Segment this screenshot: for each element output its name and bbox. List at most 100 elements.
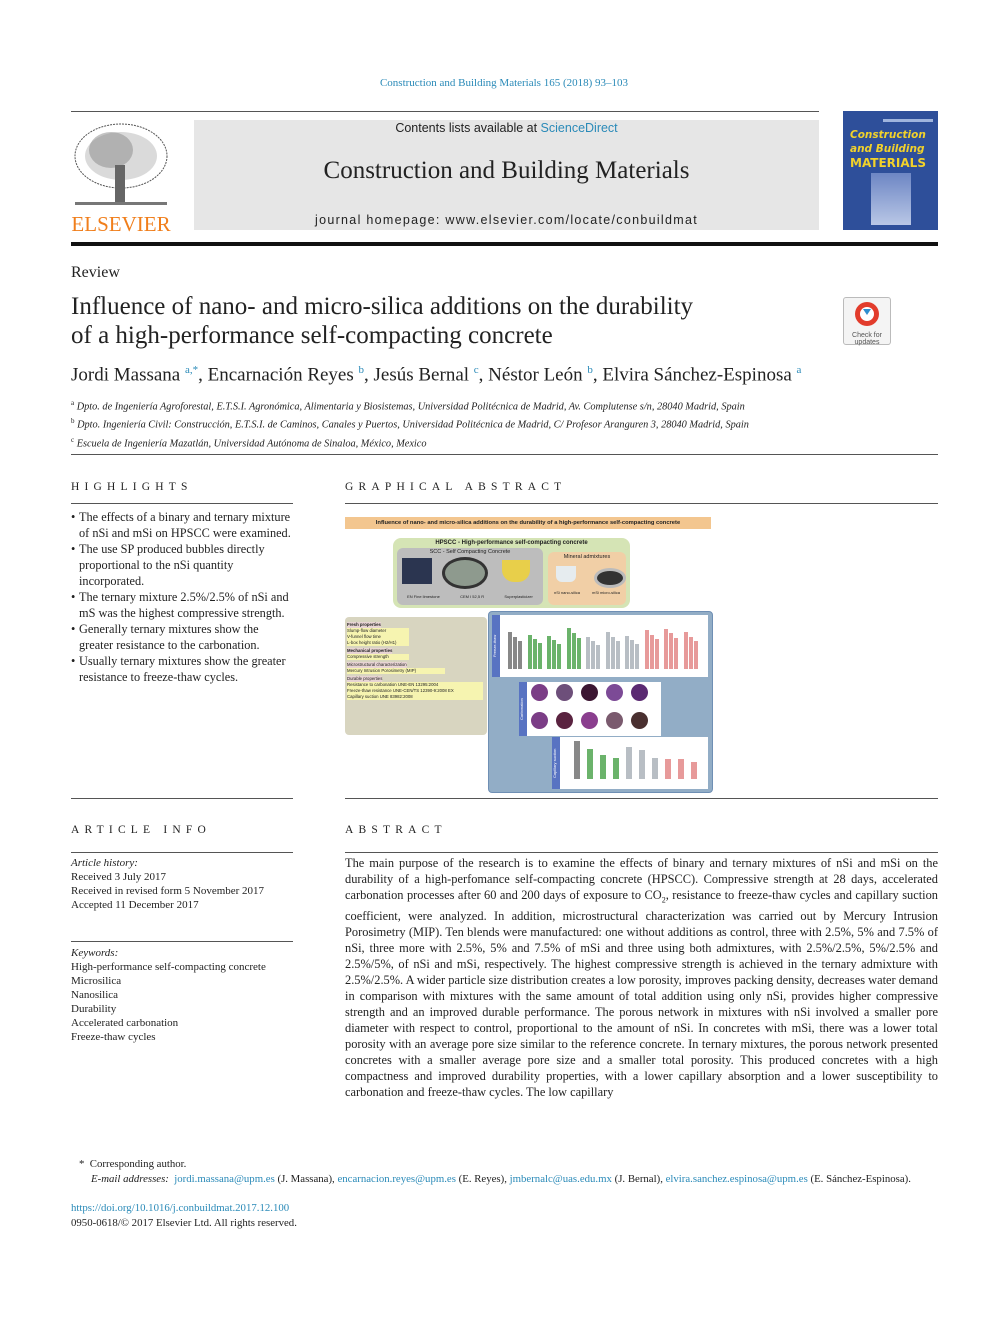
- cover-line2: and Building: [850, 143, 925, 155]
- copyright: 0950-0618/© 2017 Elsevier Ltd. All right…: [71, 1217, 297, 1229]
- cover-line3: MATERIALS: [850, 156, 926, 170]
- history-item: Received 3 July 2017: [71, 871, 167, 883]
- email-link[interactable]: jordi.massana@upm.es: [174, 1173, 275, 1185]
- footnotes: * Corresponding author. E-mail addresses…: [71, 1157, 938, 1231]
- author-sup[interactable]: a,*: [185, 364, 198, 376]
- affiliations: a Dpto. de Ingeniería Agroforestal, E.T.…: [71, 396, 749, 451]
- ga-thumb-bar: [664, 628, 668, 669]
- ga-thumb-bar: [532, 638, 537, 669]
- ga-thumb-bar: [625, 635, 629, 669]
- check-updates-icon: [855, 302, 879, 326]
- ga-scc-title: SCC - Self Compacting Concrete: [429, 549, 511, 555]
- keyword: Nanosilica: [71, 989, 119, 1001]
- history-item: Received in revised form 5 November 2017: [71, 885, 265, 897]
- ga-thumb-sample: [606, 684, 623, 701]
- author-sep: ,: [592, 364, 603, 386]
- divider: [345, 798, 938, 799]
- ga-mineral-item: mSi micro-silica: [591, 590, 620, 595]
- affiliation-a: a Dpto. de Ingeniería Agroforestal, E.T.…: [71, 396, 749, 414]
- email-owner: (J. Bernal),: [614, 1173, 663, 1185]
- title-line-1: Influence of nano- and micro-silica addi…: [71, 293, 694, 320]
- affiliation-b: b Dpto. Ingeniería Civil: Construcción, …: [71, 414, 749, 432]
- aff-sup: b: [71, 417, 75, 426]
- highlight-item: The effects of a binary and ternary mixt…: [71, 509, 295, 541]
- author[interactable]: Encarnación Reyes: [208, 364, 354, 385]
- aff-text: Dpto. Ingeniería Civil: Construcción, E.…: [77, 419, 749, 431]
- journal-reference[interactable]: Construction and Building Materials 165 …: [0, 77, 992, 89]
- author-sep: ,: [198, 364, 208, 386]
- ga-prop-item: Capillary suction UNE 83982:2008: [347, 694, 413, 699]
- ga-banner: Influence of nano- and micro-silica addi…: [345, 517, 711, 529]
- ga-thumb-bar: [586, 636, 590, 669]
- graphical-abstract-figure: Influence of nano- and micro-silica addi…: [345, 516, 713, 793]
- ga-thumb-sample: [581, 712, 598, 729]
- author[interactable]: Jordi Massana: [71, 364, 180, 385]
- ga-thumb-bar: [678, 758, 684, 779]
- highlight-item: The ternary mixture 2.5%/2.5% of nSi and…: [71, 589, 295, 621]
- elsevier-wordmark: ELSEVIER: [71, 212, 171, 236]
- ga-prop-item: L-box height ratio (H2/H1): [347, 640, 397, 645]
- ga-thumb-sample: [556, 712, 573, 729]
- contents-prefix: Contents lists available at: [395, 121, 541, 135]
- divider: [71, 454, 938, 455]
- corresponding-author-note: * Corresponding author.: [79, 1158, 187, 1170]
- keyword: Microsilica: [71, 975, 122, 987]
- author-sup[interactable]: a: [797, 364, 802, 376]
- divider: [345, 503, 938, 504]
- header-thick-rule: [71, 242, 938, 246]
- ga-thumb-bar: [691, 761, 697, 779]
- ga-properties-panel: Fresh properties Slump-flow diameter V-f…: [345, 617, 487, 735]
- ga-thumb-bar: [566, 627, 571, 669]
- sciencedirect-link[interactable]: ScienceDirect: [541, 121, 618, 135]
- history-item: Accepted 11 December 2017: [71, 899, 199, 911]
- article-history: Article history: Received 3 July 2017 Re…: [71, 856, 264, 912]
- email-link[interactable]: encarnacion.reyes@upm.es: [337, 1173, 455, 1185]
- ga-scc-item: EN Fine limestone: [407, 594, 440, 599]
- ga-thumb-sample: [606, 712, 623, 729]
- ga-hpscc-title: HPSCC - High-performance self-compacting…: [435, 540, 588, 546]
- author-list: Jordi Massana a,*, Encarnación Reyes b, …: [71, 364, 801, 386]
- ga-thumb-bar: [615, 641, 620, 669]
- author[interactable]: Elvira Sánchez-Espinosa: [602, 364, 791, 385]
- ga-thumb-sample: [531, 712, 548, 729]
- check-for-updates-badge[interactable]: Check for updates: [843, 297, 891, 346]
- check-updates-label: Check for updates: [852, 332, 882, 346]
- journal-homepage[interactable]: journal homepage: www.elsevier.com/locat…: [194, 213, 819, 227]
- abstract-part: , resistance to freeze-thaw cycles and c…: [345, 888, 938, 1100]
- ga-thumb-bar: [587, 749, 593, 779]
- contents-line: Contents lists available at ScienceDirec…: [194, 121, 819, 135]
- ga-thumb-sample: [631, 712, 648, 729]
- ga-thumb-bar: [652, 758, 658, 779]
- ga-freeze-label: Freeze-thaw: [492, 615, 500, 677]
- ga-results-panel: Freeze-thaw Carbonation Capillary suctio…: [488, 611, 713, 793]
- elsevier-tree-icon: [71, 120, 171, 208]
- title-line-2: of a high-performance self-compacting co…: [71, 322, 553, 349]
- ga-thumb-bar: [557, 643, 561, 669]
- aff-sup: a: [71, 399, 75, 407]
- email-link[interactable]: elvira.sanchez.espinosa@upm.es: [666, 1173, 808, 1185]
- email-link[interactable]: jmbernalc@uas.edu.mx: [510, 1173, 612, 1185]
- history-label: Article history:: [71, 857, 138, 869]
- article-info-heading: ARTICLE INFO: [71, 824, 211, 836]
- ga-thumb-bar: [552, 639, 556, 669]
- ga-thumb-bar: [600, 754, 606, 779]
- aff-sup: c: [71, 435, 75, 444]
- author[interactable]: Jesús Bernal: [374, 364, 470, 385]
- divider: [71, 852, 293, 853]
- abstract-heading: ABSTRACT: [345, 824, 447, 836]
- aff-text: Escuela de Ingeniería Mazatlán, Universi…: [76, 438, 427, 450]
- abstract-co: CO: [644, 888, 662, 902]
- ga-thumb-bar: [693, 641, 698, 669]
- ga-scc-item: Superplasticizer: [504, 594, 533, 599]
- author[interactable]: Néstor León: [488, 364, 582, 385]
- ga-thumb-bar: [574, 741, 580, 779]
- ga-carbonation-label: Carbonation: [519, 682, 527, 736]
- highlights-list: The effects of a binary and ternary mixt…: [71, 509, 295, 685]
- journal-title: Construction and Building Materials: [323, 157, 690, 184]
- affiliation-c: c Escuela de Ingeniería Mazatlán, Univer…: [71, 433, 749, 451]
- highlight-item: Generally ternary mixtures show the grea…: [71, 621, 295, 653]
- article-title: Influence of nano- and micro-silica addi…: [71, 292, 693, 350]
- ga-scc-item: CEM I 52,5 R: [460, 594, 485, 599]
- doi-link[interactable]: https://doi.org/10.1016/j.conbuildmat.20…: [71, 1201, 938, 1216]
- cover-line1: Construction: [850, 129, 926, 141]
